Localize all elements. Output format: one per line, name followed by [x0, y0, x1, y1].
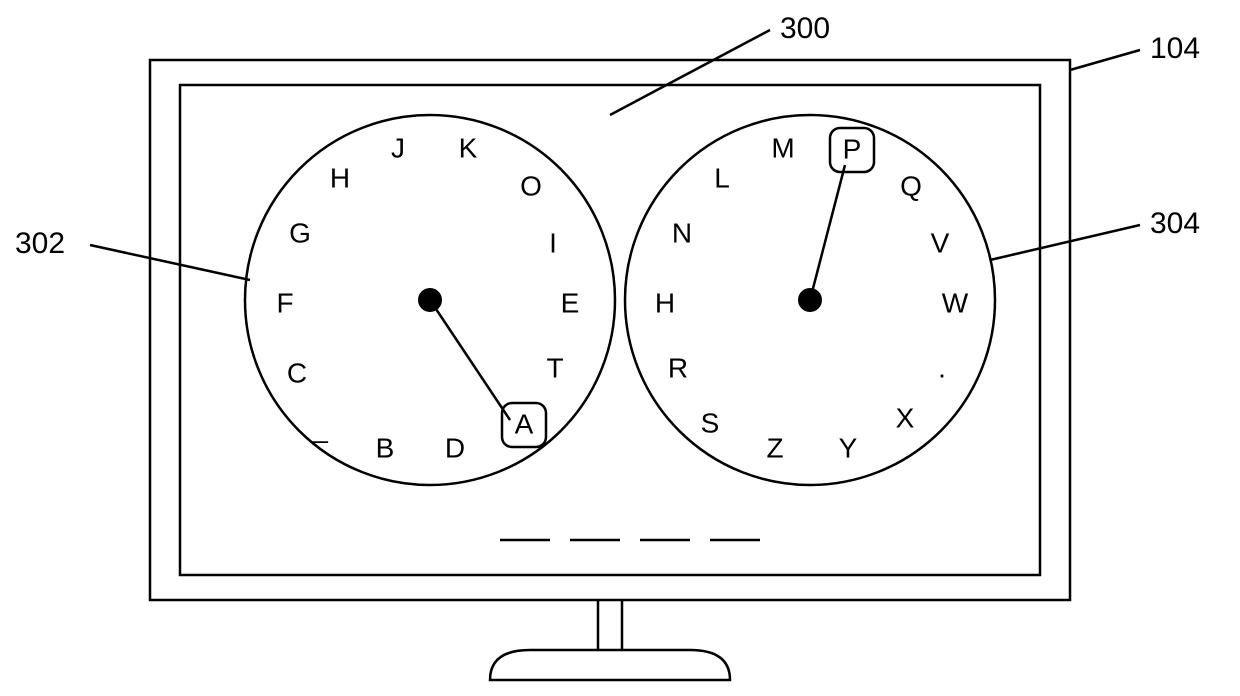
svg-text:304: 304 — [1150, 207, 1200, 240]
callout-104: 104 — [1070, 32, 1200, 70]
dial-letter[interactable]: W — [942, 287, 969, 318]
dial-letter[interactable]: F — [276, 287, 293, 318]
dial-letter[interactable]: I — [549, 227, 557, 258]
monitor-bezel — [150, 60, 1070, 600]
dial-left-pointer — [430, 300, 510, 420]
dial-letter[interactable]: G — [289, 217, 311, 248]
callout-300: 300 — [610, 12, 830, 115]
dial-letter[interactable]: E — [561, 287, 580, 318]
dial-letter[interactable]: N — [672, 217, 692, 248]
dial-letter[interactable]: _ — [311, 412, 328, 443]
dial-letter[interactable]: R — [668, 352, 688, 383]
dial-letter[interactable]: X — [896, 402, 915, 433]
dial-right-pointer — [810, 165, 845, 300]
dial-letter[interactable]: H — [655, 287, 675, 318]
dial-letter-selected[interactable]: A — [515, 408, 534, 439]
dial-letter[interactable]: M — [771, 132, 794, 163]
dial-letter[interactable]: S — [701, 407, 720, 438]
dial-letter[interactable]: D — [445, 432, 465, 463]
svg-text:300: 300 — [780, 12, 830, 45]
dial-letter[interactable]: V — [931, 227, 950, 258]
dial-left[interactable]: J K O I E T A D B _ C F G H — [245, 115, 615, 485]
dial-letter[interactable]: C — [287, 357, 307, 388]
dial-right[interactable]: M P Q V W . X Y Z S R H N L — [625, 115, 995, 485]
dial-letter[interactable]: Z — [766, 432, 783, 463]
dial-letter[interactable]: Q — [900, 170, 922, 201]
diagram-canvas: J K O I E T A D B _ C F G H M P Q V W . … — [0, 0, 1240, 696]
callout-302: 302 — [15, 227, 250, 280]
dial-letter[interactable]: B — [376, 432, 395, 463]
dial-letter[interactable]: K — [459, 132, 478, 163]
dial-letter-selected[interactable]: P — [843, 133, 862, 164]
dial-letter[interactable]: . — [938, 352, 946, 383]
svg-text:104: 104 — [1150, 32, 1200, 65]
dial-letter[interactable]: H — [330, 162, 350, 193]
svg-text:302: 302 — [15, 227, 65, 260]
monitor-base — [490, 650, 730, 680]
dial-letter[interactable]: Y — [839, 432, 858, 463]
dial-letter[interactable]: J — [391, 132, 405, 163]
dial-letter[interactable]: O — [520, 170, 542, 201]
dial-letter[interactable]: L — [714, 162, 730, 193]
callout-304: 304 — [990, 207, 1200, 260]
dial-letter[interactable]: T — [546, 352, 563, 383]
